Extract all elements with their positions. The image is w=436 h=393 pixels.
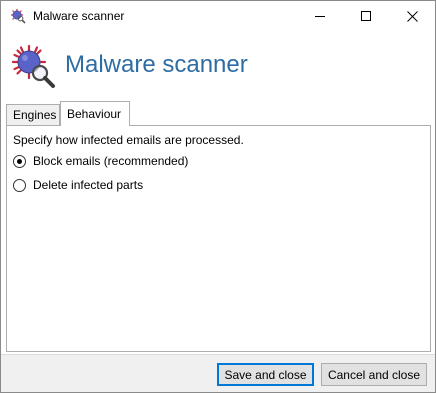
page-title: Malware scanner [65,51,248,78]
behaviour-panel: Specify how infected emails are processe… [6,125,431,352]
cancel-and-close-button[interactable]: Cancel and close [321,363,427,386]
behaviour-description: Specify how infected emails are processe… [13,133,244,147]
minimize-icon [315,15,325,17]
header-banner: Malware scanner [1,31,435,99]
delete-infected-parts-radio[interactable] [13,178,26,192]
tab-engines[interactable]: Engines [6,104,60,125]
block-emails-radio[interactable] [13,154,26,168]
malware-scanner-window: Malware scanner Malware scanner Engines … [0,0,436,393]
malware-scanner-logo-icon [10,43,56,89]
delete-infected-parts-option[interactable]: Delete infected parts [13,178,143,192]
delete-infected-parts-label[interactable]: Delete infected parts [33,178,143,192]
save-and-close-button[interactable]: Save and close [217,363,314,386]
maximize-icon [361,11,371,21]
tab-behaviour[interactable]: Behaviour [60,101,130,126]
virus-magnifier-icon [10,8,26,24]
title-bar[interactable]: Malware scanner [1,1,435,31]
block-emails-label[interactable]: Block emails (recommended) [33,154,188,168]
window-title: Malware scanner [33,9,125,23]
close-icon [406,10,418,22]
footer-bar: Save and close Cancel and close [1,354,435,392]
close-button[interactable] [389,1,435,31]
minimize-button[interactable] [297,1,343,31]
maximize-button[interactable] [343,1,389,31]
block-emails-option[interactable]: Block emails (recommended) [13,154,188,168]
